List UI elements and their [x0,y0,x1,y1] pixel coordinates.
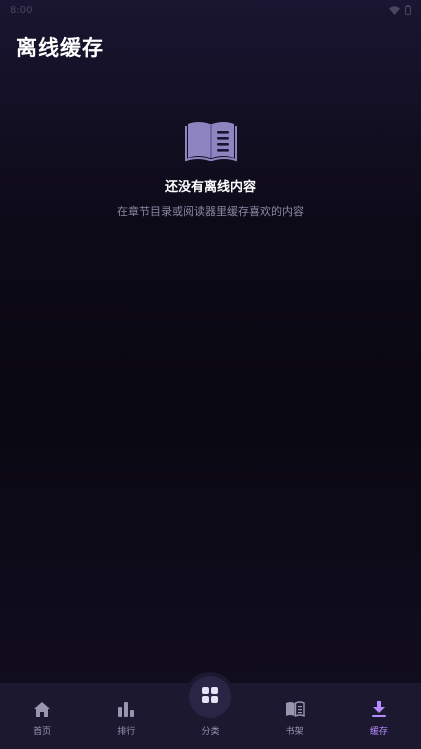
nav-label-category: 分类 [201,727,220,737]
empty-state-title: 还没有离线内容 [164,180,256,195]
nav-item-bookshelf[interactable]: 书架 [253,699,337,737]
status-bar: 8:00 [0,0,421,20]
battery-icon [405,5,411,15]
nav-label-bookshelf: 书架 [285,727,304,737]
bottom-nav: 首页 排行 分类 书架 缓存 [0,676,421,749]
nav-item-category[interactable]: 分类 [168,676,252,737]
status-time: 8:00 [10,4,33,16]
nav-item-ranking[interactable]: 排行 [84,699,168,737]
bookshelf-icon [285,699,305,719]
home-icon [32,699,52,719]
download-icon [369,699,389,719]
empty-state: 还没有离线内容 在章节目录或阅读器里缓存喜欢的内容 [0,118,421,219]
status-icons [389,5,411,15]
category-grid-icon [201,686,219,708]
category-button[interactable] [189,676,232,718]
nav-item-cache[interactable]: 缓存 [337,699,421,737]
nav-label-ranking: 排行 [117,727,136,737]
nav-item-home[interactable]: 首页 [0,699,84,737]
open-book-icon [184,118,237,162]
wifi-icon [389,5,400,15]
empty-state-subtitle: 在章节目录或阅读器里缓存喜欢的内容 [117,205,304,218]
page-title: 离线缓存 [16,36,104,60]
nav-label-home: 首页 [33,727,52,737]
ranking-icon [116,699,136,719]
nav-label-cache: 缓存 [369,727,388,737]
